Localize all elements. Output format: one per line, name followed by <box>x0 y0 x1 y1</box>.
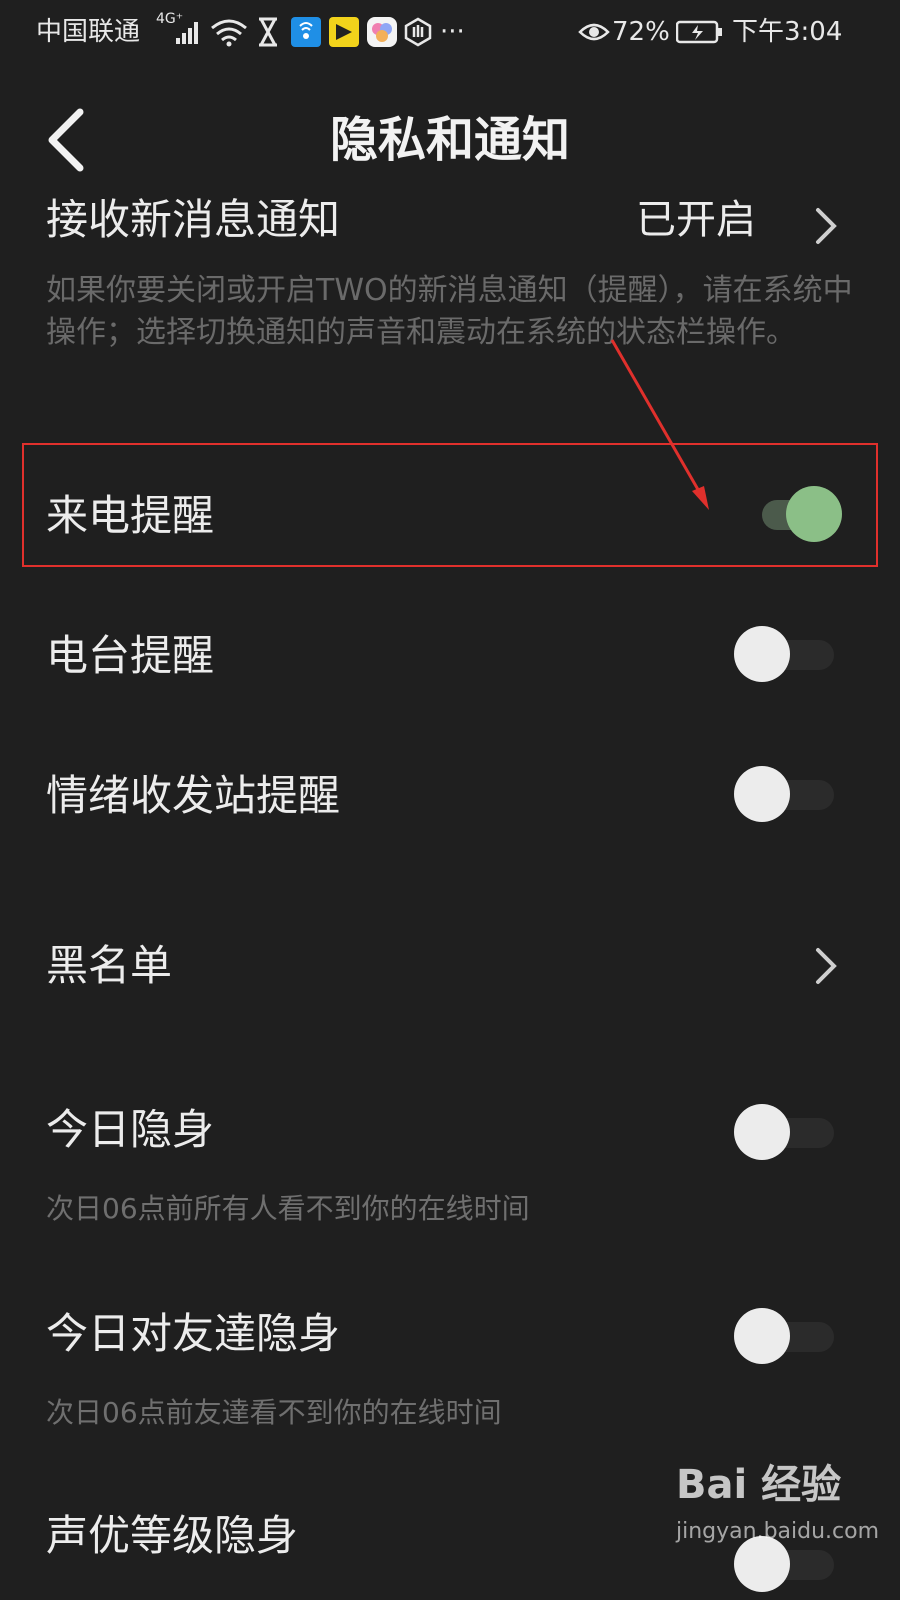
mood-station-reminder-toggle[interactable] <box>734 766 842 822</box>
blacklist-row[interactable]: 黑名单 <box>0 930 900 1002</box>
toggle-knob <box>734 1308 790 1364</box>
receive-notifications-label: 接收新消息通知 <box>46 195 341 244</box>
watermark-logo: Bai 经验 <box>676 1462 842 1508</box>
app-notification-icon-2 <box>329 17 359 47</box>
invisible-today-row: 今日隐身 次日06点前所有人看不到你的在线时间 <box>0 1100 900 1240</box>
app-notification-icon-3 <box>367 17 397 47</box>
signal-icon <box>176 22 198 44</box>
more-notifications-indicator: ··· <box>440 17 465 47</box>
wifi-icon <box>211 19 247 47</box>
row-label: 情绪收发站提醒 <box>46 771 341 820</box>
toggle-knob <box>734 766 790 822</box>
eye-icon <box>578 23 610 41</box>
row-label: 声优等级隐身 <box>46 1511 299 1560</box>
page-title: 隐私和通知 <box>329 112 570 168</box>
carrier-label: 中国联通 <box>36 17 141 47</box>
receive-notifications-row[interactable]: 接收新消息通知 已开启 <box>0 190 900 250</box>
toggle-knob <box>734 1104 790 1160</box>
row-label: 电台提醒 <box>46 631 215 680</box>
receive-notifications-value: 已开启 <box>636 197 756 243</box>
invisible-to-friends-toggle[interactable] <box>734 1308 842 1364</box>
row-label: 来电提醒 <box>46 491 215 540</box>
radio-reminder-toggle[interactable] <box>734 626 842 682</box>
toggle-knob <box>734 626 790 682</box>
chevron-right-icon <box>816 208 837 244</box>
battery-charging-icon <box>676 20 722 44</box>
row-label: 今日对友達隐身 <box>46 1309 341 1358</box>
watermark-url: jingyan.baidu.com <box>676 1519 880 1544</box>
radio-reminder-row: 电台提醒 <box>0 620 900 692</box>
incoming-call-reminder-toggle[interactable] <box>752 486 842 542</box>
app-notification-icon <box>291 17 321 47</box>
receive-notifications-description: 如果你要关闭或开启TWO的新消息通知（提醒），请在系统中操作；选择切换通知的声音… <box>46 273 853 350</box>
baidu-watermark: Bai 经验 jingyan.baidu.com <box>676 1460 896 1570</box>
row-description: 次日06点前所有人看不到你的在线时间 <box>46 1192 530 1225</box>
hand-icon <box>404 17 432 47</box>
chevron-right-icon <box>816 948 837 984</box>
invisible-today-toggle[interactable] <box>734 1104 842 1160</box>
clock: 下午3:04 <box>732 17 843 47</box>
hourglass-icon <box>259 17 277 47</box>
incoming-call-reminder-row: 来电提醒 <box>0 480 900 552</box>
status-bar: 中国联通 4G⁺ ··· 72% 下午3:04 <box>0 0 900 64</box>
row-label: 黑名单 <box>46 941 173 990</box>
invisible-to-friends-row: 今日对友達隐身 次日06点前友達看不到你的在线时间 <box>0 1304 900 1444</box>
row-label: 今日隐身 <box>46 1105 215 1154</box>
toggle-knob <box>786 486 842 542</box>
mood-station-reminder-row: 情绪收发站提醒 <box>0 760 900 832</box>
row-description: 次日06点前友達看不到你的在线时间 <box>46 1396 502 1429</box>
battery-percent: 72% <box>612 17 670 47</box>
screen: 中国联通 4G⁺ ··· 72% 下午3:04 隐私和通知 接收新消息通知 已开… <box>0 0 900 1600</box>
